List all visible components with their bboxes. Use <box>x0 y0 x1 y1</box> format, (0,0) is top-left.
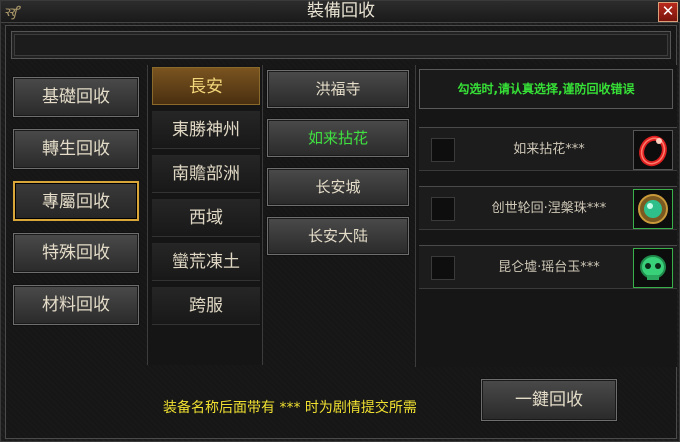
item-name: 如来拈花*** <box>513 142 585 157</box>
location-hongfu-temple[interactable]: 洪福寺 <box>267 70 409 108</box>
item-checkbox[interactable] <box>431 256 455 280</box>
location-changan-city[interactable]: 长安城 <box>267 168 409 206</box>
recycle-window: ꝛꝛꝭ 裝備回收 ✕ 基礎回收 轉生回收 專屬回收 特殊回收 材料回收 長安 東… <box>0 0 680 442</box>
selection-warning: 勾选时,请认真选择,谨防回收错误 <box>419 69 673 109</box>
item-row: 昆仑墟·瑶台玉*** <box>419 245 677 289</box>
close-icon: ✕ <box>661 2 675 20</box>
item-checkbox[interactable] <box>431 197 455 221</box>
location-changan-continent[interactable]: 长安大陆 <box>267 217 409 255</box>
region-nanzhan[interactable]: 南贍部洲 <box>152 155 260 193</box>
region-xiyu[interactable]: 西域 <box>152 199 260 237</box>
item-row: 如来拈花*** <box>419 127 677 171</box>
close-button[interactable]: ✕ <box>658 2 678 22</box>
bottom-hint: 装备名称后面带有 *** 时为剧情提交所需 <box>163 400 417 416</box>
region-manhuang[interactable]: 蠻荒凍土 <box>152 243 260 281</box>
location-rulai-nianhua[interactable]: 如来拈花 <box>267 119 409 157</box>
window-title: 裝備回收 <box>307 1 375 21</box>
item-row: 创世轮回·涅槃珠*** <box>419 186 677 230</box>
region-changan[interactable]: 長安 <box>152 67 260 105</box>
top-banner-strip <box>11 31 671 59</box>
category-exclusive-button[interactable]: 專屬回收 <box>13 181 139 221</box>
title-bar: ꝛꝛꝭ 裝備回收 ✕ <box>1 1 680 23</box>
item-checkbox[interactable] <box>431 138 455 162</box>
region-list: 長安 東勝神州 南贍部洲 西域 蠻荒凍土 跨服 <box>147 65 263 365</box>
jade-orb-icon <box>633 189 673 229</box>
category-basic-button[interactable]: 基礎回收 <box>13 77 139 117</box>
red-ring-icon <box>633 130 673 170</box>
item-name: 昆仑墟·瑶台玉*** <box>498 260 600 275</box>
one-click-recycle-button[interactable]: 一鍵回收 <box>481 379 617 421</box>
category-special-button[interactable]: 特殊回收 <box>13 233 139 273</box>
region-dongsheng[interactable]: 東勝神州 <box>152 111 260 149</box>
category-rebirth-button[interactable]: 轉生回收 <box>13 129 139 169</box>
category-material-button[interactable]: 材料回收 <box>13 285 139 325</box>
jade-skull-icon <box>633 248 673 288</box>
item-name: 创世轮回·涅槃珠*** <box>491 201 607 216</box>
region-cross-server[interactable]: 跨服 <box>152 287 260 325</box>
